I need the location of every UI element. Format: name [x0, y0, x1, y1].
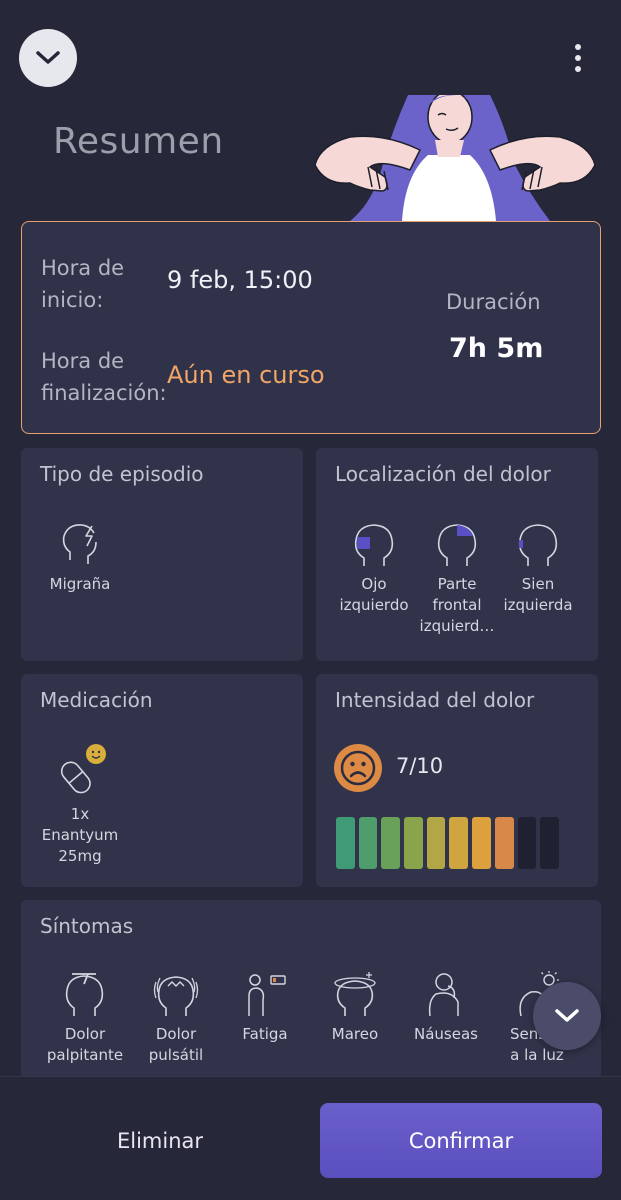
- scroll-down-button[interactable]: [533, 982, 601, 1050]
- symptom-item-dizziness: Mareo: [305, 970, 405, 1045]
- intensity-bar-segment: [426, 817, 446, 869]
- duration-label: Duración: [446, 290, 541, 314]
- duration-value: 7h 5m: [449, 333, 544, 364]
- page-title: Resumen: [53, 121, 224, 162]
- symptom-item-pulsating-pain: Dolor pulsátil: [126, 970, 226, 1066]
- symptom-item-nausea: Náuseas: [396, 970, 496, 1045]
- sad-face-icon: [334, 744, 382, 792]
- more-icon-dot: [575, 66, 581, 72]
- intensity-bar-segment: [517, 817, 537, 869]
- pain-intensity-title: Intensidad del dolor: [335, 688, 535, 712]
- person-illustration: [314, 95, 596, 221]
- symptoms-card[interactable]: Síntomas Dolor palpitante Dolor pulsátil…: [21, 900, 601, 1100]
- medication-card[interactable]: Medicación 1x Enantyum 25mg: [21, 674, 303, 887]
- more-options-button[interactable]: [566, 40, 590, 76]
- intensity-bar-segment: [472, 817, 491, 869]
- intensity-bar-segment: [358, 817, 378, 869]
- more-icon-dot: [575, 44, 581, 50]
- tired-person-icon: [248, 974, 286, 1016]
- end-time-value[interactable]: Aún en curso: [167, 361, 325, 389]
- intensity-bar-segment: [404, 817, 423, 869]
- pain-intensity-value: 7/10: [396, 754, 444, 778]
- pain-intensity-card[interactable]: Intensidad del dolor 7/10: [316, 674, 598, 887]
- intensity-bar-segment: [449, 817, 469, 869]
- head-throbbing-icon: [65, 973, 104, 1016]
- pill-icon: [60, 744, 106, 794]
- pain-intensity-bars: [336, 817, 559, 869]
- chevron-down-icon: [36, 51, 60, 64]
- symptoms-title: Síntomas: [40, 914, 134, 938]
- delete-button[interactable]: Eliminar: [40, 1104, 280, 1178]
- symptom-item-throbbing-pain: Dolor palpitante: [35, 970, 135, 1066]
- end-label: Hora de finalización:: [41, 349, 167, 405]
- head-pulsating-icon: [153, 976, 199, 1016]
- collapse-button[interactable]: [19, 29, 77, 87]
- pain-location-card[interactable]: Localización del dolor Ojo izquierdo Par…: [316, 448, 598, 661]
- head-frontal-left-icon: [437, 524, 477, 566]
- medication-title: Medicación: [40, 688, 153, 712]
- medication-item: 1x Enantyum 25mg: [30, 742, 130, 867]
- intensity-bar-segment: [494, 817, 514, 869]
- episode-item-migraine: Migraña: [30, 520, 130, 595]
- symptom-item-fatigue: Fatiga: [215, 970, 315, 1045]
- episode-type-card[interactable]: Tipo de episodio Migraña: [21, 448, 303, 661]
- start-time-value[interactable]: 9 feb, 15:00: [167, 266, 313, 294]
- chevron-down-icon: [555, 1009, 579, 1022]
- location-item-left-temple: Sien izquierda: [488, 520, 588, 616]
- intensity-bar-segment: [540, 817, 559, 869]
- intensity-bar-segment: [381, 817, 401, 869]
- head-left-eye-icon: [354, 524, 394, 566]
- episode-type-title: Tipo de episodio: [40, 462, 204, 486]
- head-dizzy-icon: [334, 972, 376, 1016]
- intensity-bar-segment: [336, 817, 355, 869]
- pain-location-title: Localización del dolor: [335, 462, 551, 486]
- nausea-person-icon: [428, 973, 459, 1017]
- start-label: Hora de inicio:: [41, 256, 125, 312]
- head-lightning-icon: [62, 524, 97, 564]
- confirm-button[interactable]: Confirmar: [320, 1103, 602, 1178]
- head-left-temple-icon: [518, 524, 558, 566]
- more-icon-dot: [575, 55, 581, 61]
